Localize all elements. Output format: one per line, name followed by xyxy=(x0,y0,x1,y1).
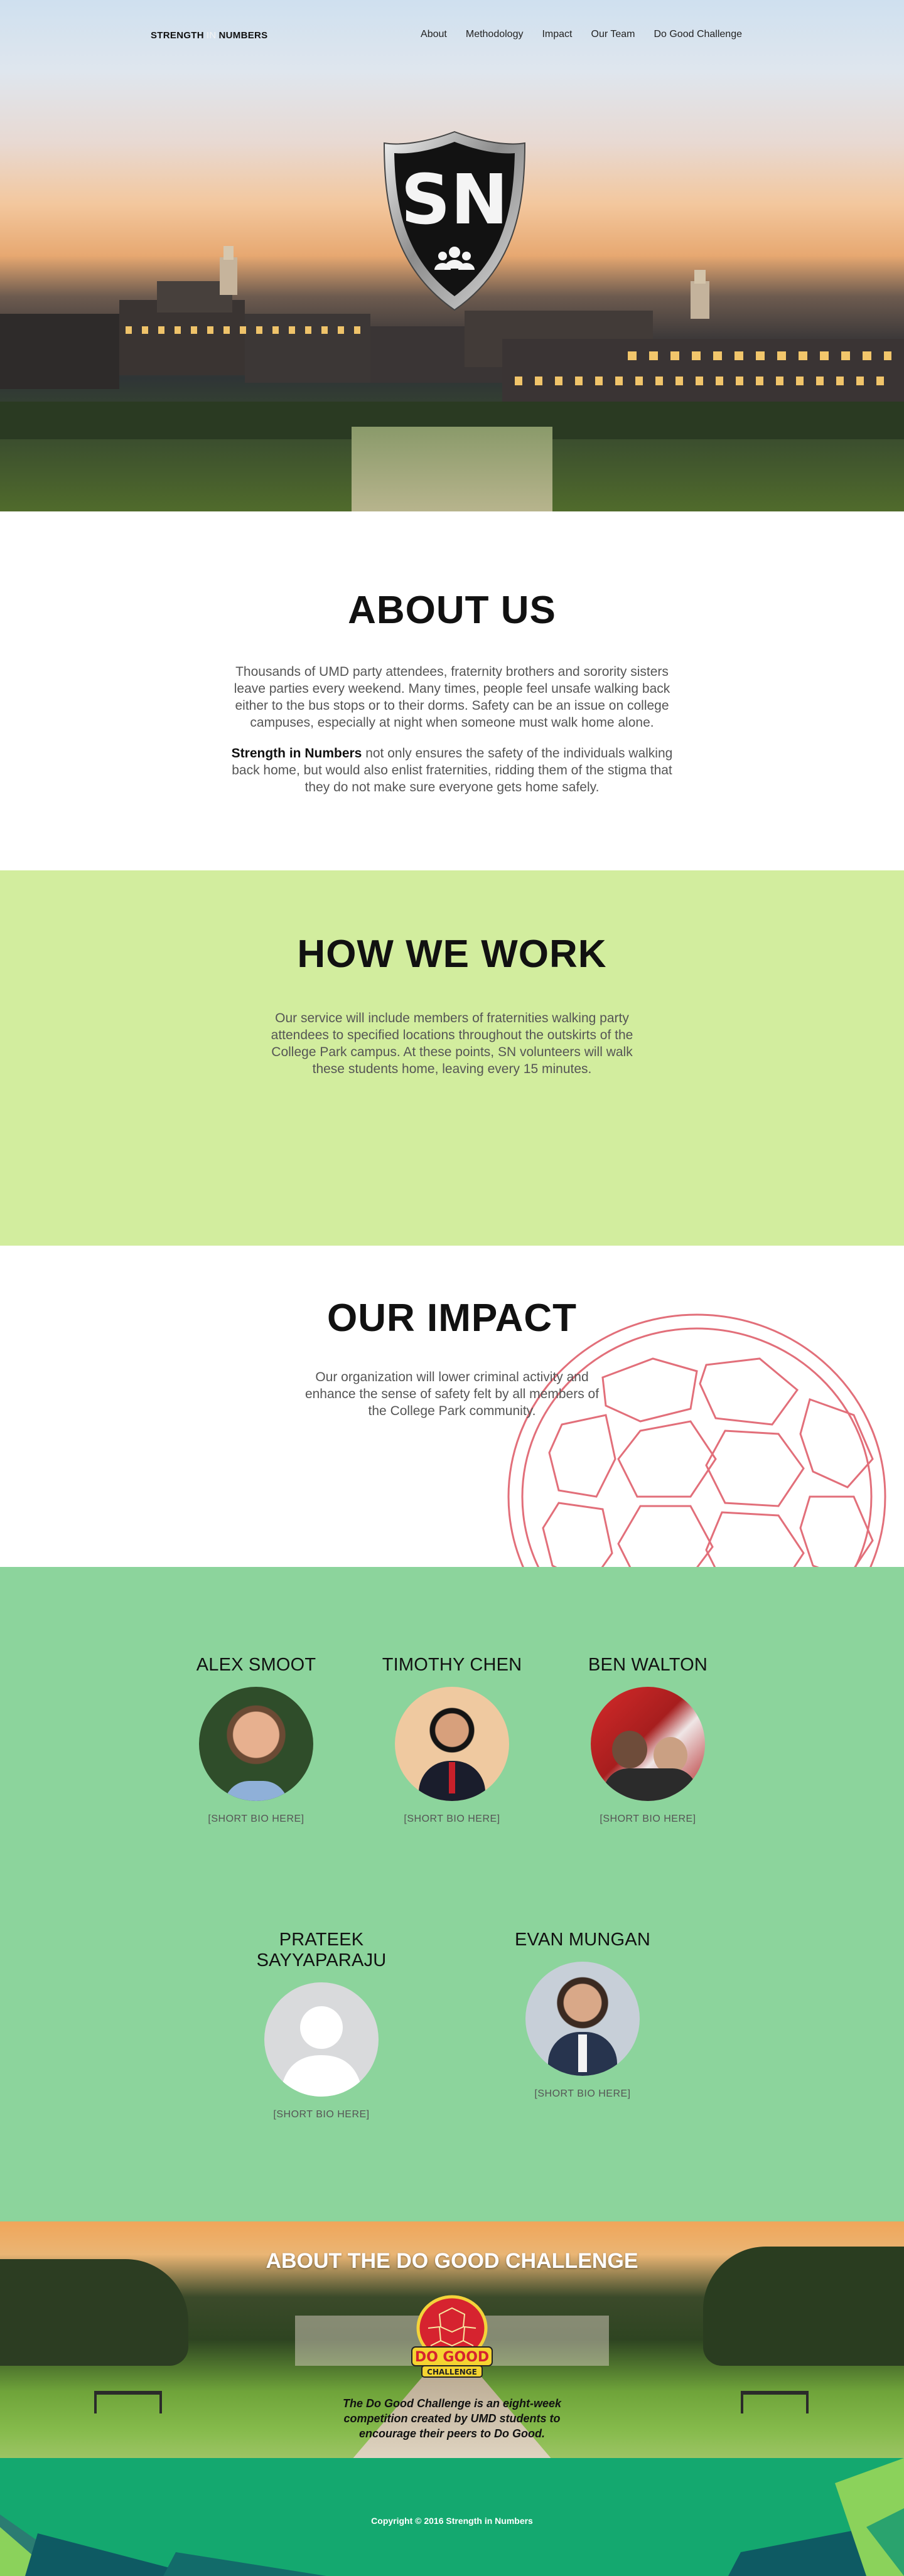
nav-link-about[interactable]: About xyxy=(421,29,447,40)
about-title: ABOUT US xyxy=(348,589,556,632)
logo-text-do-good: DO GOOD xyxy=(415,2349,489,2365)
team-member-card: TIMOTHY CHEN [SHORT BIO HERE] xyxy=(352,1655,552,1825)
member-photo xyxy=(525,1962,640,2076)
member-photo xyxy=(591,1687,705,1801)
team-section: ALEX SMOOT [SHORT BIO HERE] TIMOTHY CHEN… xyxy=(0,1567,904,2221)
impact-title: OUR IMPACT xyxy=(326,1296,578,1340)
member-photo xyxy=(199,1687,313,1801)
copyright-text: Copyright © 2016 Strength in Numbers xyxy=(371,2516,533,2526)
impact-section: OUR IMPACT Our organization will lower c… xyxy=(0,1246,904,1567)
nav-link-do-good-challenge[interactable]: Do Good Challenge xyxy=(654,29,742,40)
do-good-title: ABOUT THE DO GOOD CHALLENGE xyxy=(266,2249,638,2273)
logo-text-challenge: CHALLENGE xyxy=(427,2368,477,2376)
member-bio: [SHORT BIO HERE] xyxy=(600,1814,696,1824)
brand-word-numbers: NUMBERS xyxy=(218,30,268,41)
team-member-card: BEN WALTON [SHORT BIO HERE] xyxy=(547,1655,748,1825)
team-member-card: PRATEEK SAYYAPARAJU [SHORT BIO HERE] xyxy=(221,1930,422,2120)
how-paragraph: Our service will include members of frat… xyxy=(271,1011,633,1076)
do-good-caption: The Do Good Challenge is an eight-week c… xyxy=(342,2397,562,2440)
member-bio: [SHORT BIO HERE] xyxy=(534,2088,631,2099)
top-navbar: STRENGTH IN NUMBERS About Methodology Impa… xyxy=(0,28,904,44)
do-good-challenge-logo: DO GOOD CHALLENGE xyxy=(411,2295,493,2378)
sn-shield-logo: SN xyxy=(383,131,526,311)
brand-word-strength: STRENGTH xyxy=(151,30,204,41)
nav-link-methodology[interactable]: Methodology xyxy=(466,29,524,40)
how-title: HOW WE WORK xyxy=(297,933,607,976)
park-bench-left xyxy=(94,2391,162,2413)
member-name: TIMOTHY CHEN xyxy=(382,1655,522,1675)
team-member-card: ALEX SMOOT [SHORT BIO HERE] xyxy=(156,1655,357,1825)
hero-section: STRENGTH IN NUMBERS About Methodology Impa… xyxy=(0,0,904,511)
do-good-challenge-section: ABOUT THE DO GOOD CHALLENGE DO GOOD CHAL… xyxy=(0,2221,904,2458)
member-bio: [SHORT BIO HERE] xyxy=(208,1814,304,1824)
member-bio: [SHORT BIO HERE] xyxy=(404,1814,500,1824)
park-bench-right xyxy=(741,2391,809,2413)
brand-logo[interactable]: STRENGTH IN NUMBERS xyxy=(151,30,267,41)
impact-paragraph: Our organization will lower criminal act… xyxy=(304,1370,600,1418)
about-section: ABOUT US Thousands of UMD party attendee… xyxy=(0,511,904,870)
person-silhouette-icon xyxy=(280,2006,363,2097)
shield-letters: SN xyxy=(401,159,508,240)
brand-word-in: IN xyxy=(206,30,217,41)
member-name: BEN WALTON xyxy=(588,1655,708,1675)
footer: Copyright © 2016 Strength in Numbers xyxy=(0,2458,904,2576)
member-name: ALEX SMOOT xyxy=(196,1655,316,1675)
nav-link-our-team[interactable]: Our Team xyxy=(591,29,635,40)
about-paragraph-1: Thousands of UMD party attendees, frater… xyxy=(234,665,670,730)
member-bio: [SHORT BIO HERE] xyxy=(273,2109,370,2120)
how-we-work-section: HOW WE WORK Our service will include mem… xyxy=(0,870,904,1246)
about-org-name: Strength in Numbers xyxy=(231,746,362,761)
member-photo-placeholder xyxy=(264,1982,379,2097)
member-photo xyxy=(395,1687,509,1801)
nav-links: About Methodology Impact Our Team Do Goo… xyxy=(421,29,742,40)
member-name: PRATEEK SAYYAPARAJU xyxy=(256,1930,387,1970)
team-member-card: EVAN MUNGAN [SHORT BIO HERE] xyxy=(482,1930,683,2100)
member-name: EVAN MUNGAN xyxy=(515,1930,650,1950)
nav-link-impact[interactable]: Impact xyxy=(542,29,572,40)
about-paragraph-2: Strength in Numbers not only ensures the… xyxy=(220,745,684,796)
